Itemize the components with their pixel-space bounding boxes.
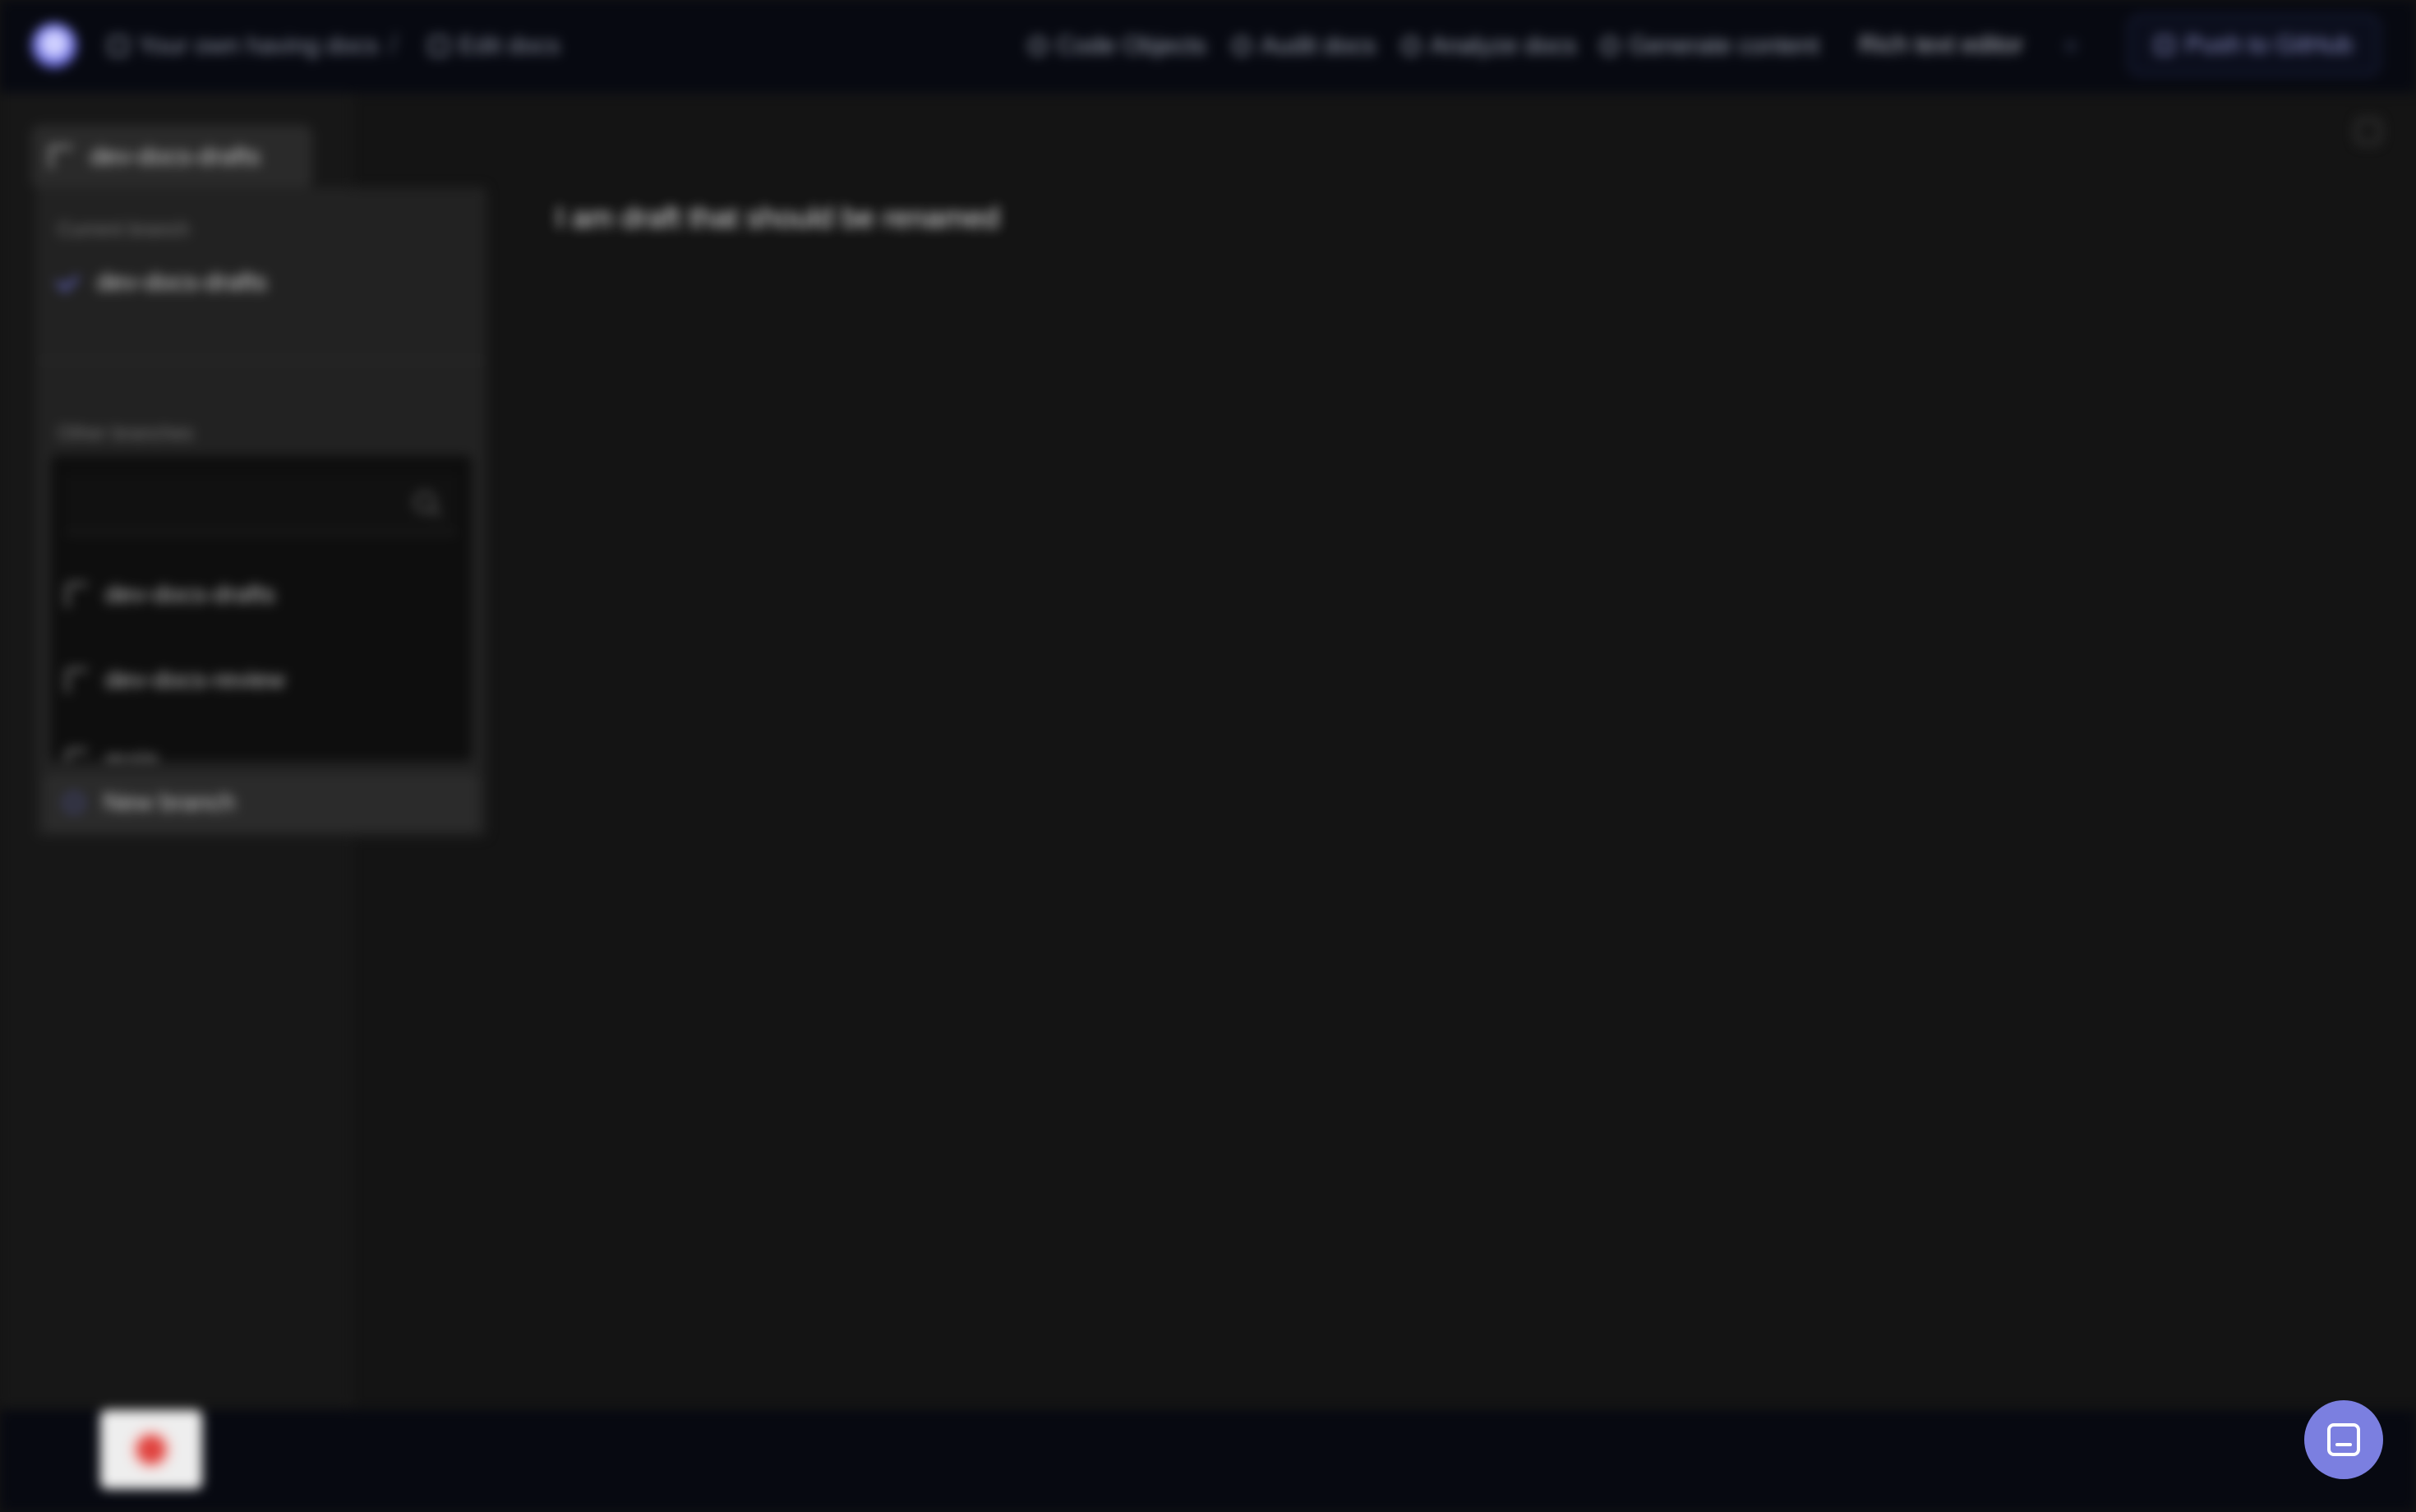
record-icon bbox=[137, 1436, 165, 1464]
branch-dropdown: Current branch dev-docs-drafts Other bra… bbox=[36, 187, 486, 837]
rich-text-editor-button[interactable]: Rich text editor bbox=[1859, 31, 2023, 59]
new-branch-label: New branch bbox=[104, 789, 236, 816]
plus-icon bbox=[64, 793, 84, 813]
search-icon bbox=[414, 491, 436, 513]
document-content[interactable]: I am draft that should be renamed bbox=[556, 201, 999, 235]
branch-item-label: main bbox=[105, 747, 159, 761]
breadcrumb-separator: / bbox=[390, 30, 398, 61]
push-label: Push to GitHub bbox=[2185, 31, 2353, 58]
bottom-bar bbox=[0, 1410, 2416, 1512]
branch-icon bbox=[66, 583, 87, 607]
breadcrumb-project-label: Your own having docs bbox=[138, 32, 379, 59]
github-icon bbox=[2155, 36, 2174, 54]
branch-item[interactable]: main bbox=[66, 743, 159, 761]
branch-icon bbox=[66, 749, 87, 761]
current-branch-heading: Current branch bbox=[58, 219, 190, 241]
app-logo-icon[interactable] bbox=[31, 23, 77, 69]
branch-search-input[interactable] bbox=[66, 475, 457, 534]
nav-label: Code Objects bbox=[1057, 32, 1206, 59]
settings-icon[interactable] bbox=[2355, 118, 2381, 145]
nav-analyze-docs[interactable]: Analyze docs bbox=[1402, 31, 1576, 61]
check-icon bbox=[55, 268, 80, 293]
branch-item[interactable]: dev-docs-review bbox=[66, 662, 284, 698]
push-to-github-button[interactable]: Push to GitHub bbox=[2128, 15, 2380, 76]
chat-icon bbox=[2327, 1423, 2360, 1456]
nav-label: Generate content bbox=[1629, 32, 1819, 59]
breadcrumb-project[interactable]: Your own having docs bbox=[108, 31, 378, 61]
branch-item-label: dev-docs-drafts bbox=[105, 581, 275, 608]
nav-label: Analyze docs bbox=[1430, 32, 1577, 59]
branch-icon bbox=[49, 145, 72, 168]
new-branch-button[interactable]: New branch bbox=[44, 774, 478, 832]
nav-generate-content[interactable]: Generate content bbox=[1601, 31, 1819, 61]
chat-launcher-button[interactable] bbox=[2304, 1400, 2383, 1479]
circle-icon bbox=[1233, 37, 1251, 55]
breadcrumb-page-label: Edit docs bbox=[459, 32, 560, 59]
branch-list-panel: dev-docs-drafts dev-docs-review main bbox=[51, 455, 472, 761]
branch-icon bbox=[66, 668, 87, 693]
app-window: Your own having docs / Edit docs Code Ob… bbox=[0, 0, 2416, 1512]
nav-code-objects[interactable]: Code Objects bbox=[1029, 31, 1206, 61]
branch-selector-button[interactable]: dev-docs-drafts bbox=[31, 125, 312, 189]
circle-icon bbox=[1029, 37, 1047, 55]
current-branch-item[interactable]: dev-docs-drafts bbox=[55, 266, 267, 299]
branch-selector-label: dev-docs-drafts bbox=[90, 143, 261, 170]
status-dot bbox=[2064, 39, 2077, 53]
top-navigation-bar: Your own having docs / Edit docs Code Ob… bbox=[0, 0, 2416, 93]
branch-item-label: dev-docs-review bbox=[105, 666, 285, 694]
record-button[interactable] bbox=[100, 1410, 202, 1489]
file-icon bbox=[108, 36, 128, 56]
nav-label: Audit docs bbox=[1261, 32, 1376, 59]
branch-item[interactable]: dev-docs-drafts bbox=[66, 577, 275, 613]
circle-icon bbox=[1402, 37, 1420, 55]
file-icon bbox=[1601, 37, 1619, 55]
divider bbox=[36, 360, 486, 362]
nav-audit-docs[interactable]: Audit docs bbox=[1233, 31, 1376, 61]
current-branch-name: dev-docs-drafts bbox=[97, 269, 267, 296]
breadcrumb-page[interactable]: Edit docs bbox=[429, 31, 560, 61]
other-branches-heading: Other branches bbox=[58, 422, 194, 445]
file-icon bbox=[429, 36, 449, 56]
